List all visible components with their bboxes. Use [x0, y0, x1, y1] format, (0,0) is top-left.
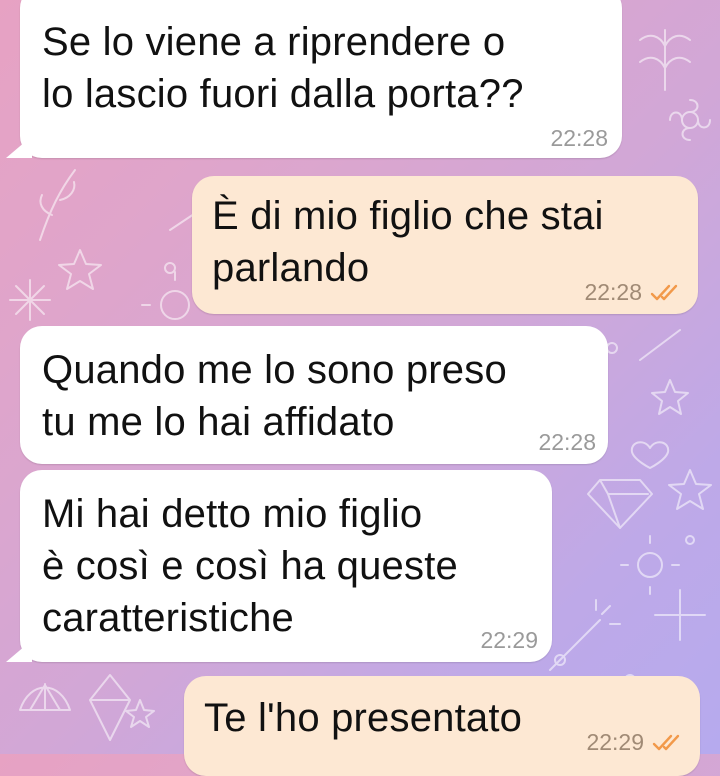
- wand-doodle: [549, 599, 621, 671]
- message-text: Quando me lo sono preso tu me lo hai aff…: [42, 348, 507, 444]
- message-meta: 22:28: [538, 429, 596, 456]
- message-time: 22:28: [584, 279, 642, 305]
- sparkle-doodle: [654, 589, 706, 641]
- sparkle-doodle: [9, 279, 51, 321]
- flower-doodle: [681, 111, 699, 129]
- diamond-doodle: [587, 479, 653, 529]
- star-doodle: [668, 469, 712, 510]
- message-text: È di mio figlio che stai parlando: [212, 194, 604, 290]
- chat-area[interactable]: Se lo viene a riprendere o lo lascio fuo…: [0, 0, 720, 776]
- message-time: 22:29: [586, 729, 644, 755]
- message-meta: 22:29: [586, 729, 684, 756]
- shell-doodle: [19, 683, 71, 711]
- message-text: Te l'ho presentato: [204, 696, 523, 740]
- message-text: Mi hai detto mio figlio è così e così ha…: [42, 492, 458, 640]
- message-bubble-incoming[interactable]: Se lo viene a riprendere o lo lascio fuo…: [20, 0, 622, 158]
- message-bubble-outgoing[interactable]: Te l'ho presentato 22:29: [184, 676, 700, 776]
- sun-doodle: [637, 552, 663, 578]
- dragonfly-doodle: [639, 29, 691, 91]
- branch-doodle: [39, 169, 76, 241]
- message-bubble-incoming[interactable]: Mi hai detto mio figlio è così e così ha…: [20, 470, 552, 662]
- message-meta: 22:29: [480, 627, 538, 654]
- bubble-tail: [6, 136, 32, 158]
- message-bubble-outgoing[interactable]: È di mio figlio che stai parlando 22:28: [192, 176, 698, 314]
- message-time: 22:29: [480, 627, 538, 653]
- star-doodle: [651, 379, 689, 415]
- message-time: 22:28: [550, 125, 608, 151]
- double-check-icon: [652, 734, 680, 750]
- star-doodle: [125, 699, 155, 728]
- message-meta: 22:28: [584, 279, 682, 306]
- double-check-icon: [650, 284, 678, 300]
- heart-doodle: [630, 441, 670, 469]
- sun-doodle: [160, 290, 190, 320]
- message-meta: 22:28: [550, 125, 608, 152]
- message-text: Se lo viene a riprendere o lo lascio fuo…: [42, 20, 524, 116]
- message-time: 22:28: [538, 429, 596, 455]
- crystal-doodle: [89, 674, 131, 741]
- star-doodle: [58, 249, 102, 290]
- bubble-tail: [6, 640, 32, 662]
- message-bubble-incoming[interactable]: Quando me lo sono preso tu me lo hai aff…: [20, 326, 608, 464]
